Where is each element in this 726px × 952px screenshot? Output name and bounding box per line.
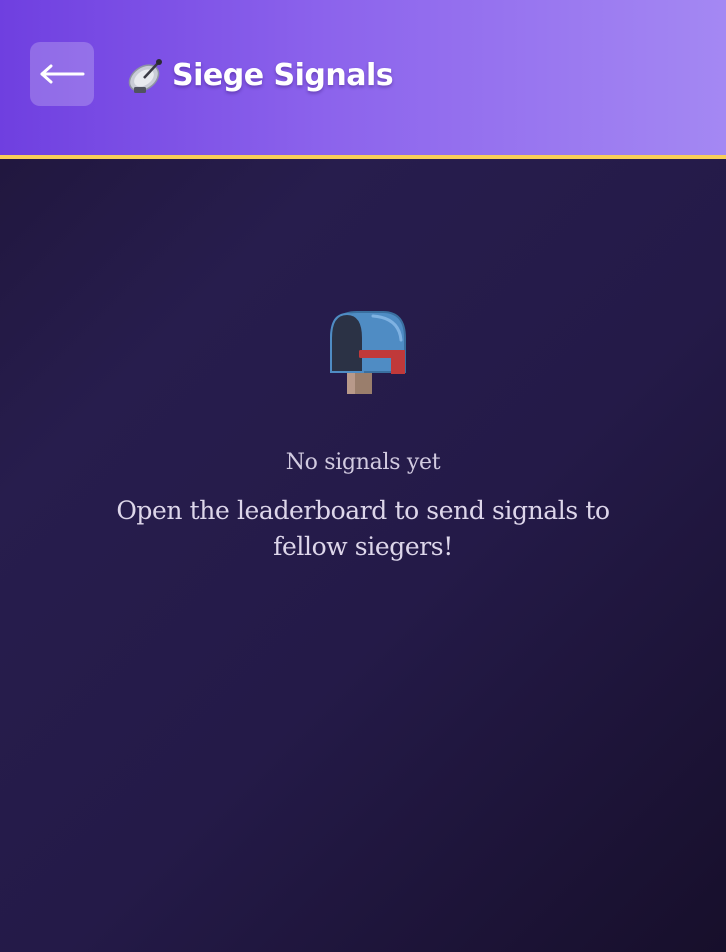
empty-state-message: Open the leaderboard to send signals to … bbox=[116, 496, 610, 561]
title-text: Siege Signals bbox=[172, 57, 394, 93]
header-bar: Siege Signals bbox=[0, 0, 726, 159]
arrow-left-icon bbox=[40, 64, 85, 84]
page-title: Siege Signals bbox=[124, 50, 394, 100]
back-button[interactable] bbox=[30, 42, 94, 106]
empty-state-title: No signals yet bbox=[285, 450, 441, 475]
empty-state: No signals yet Open the leaderboard to s… bbox=[0, 300, 726, 565]
satellite-dish-icon bbox=[128, 59, 162, 93]
open-mailbox-icon bbox=[330, 311, 406, 394]
